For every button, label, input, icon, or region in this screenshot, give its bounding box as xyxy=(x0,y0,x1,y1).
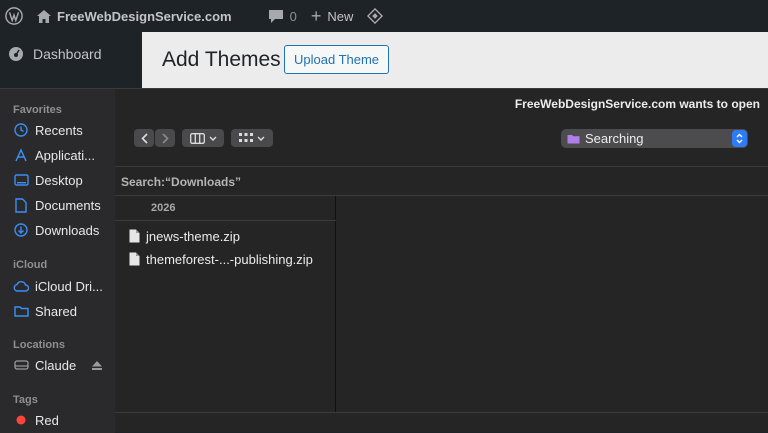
location-popup-label: Searching xyxy=(585,131,644,146)
chevron-left-icon xyxy=(140,132,148,144)
sidebar-item-desktop[interactable]: Desktop xyxy=(13,169,113,191)
site-name: FreeWebDesignService.com xyxy=(57,8,232,24)
dialog-main: FreeWebDesignService.com wants to open S… xyxy=(115,89,768,433)
favorites-heading: Favorites xyxy=(13,104,62,116)
file-name: themeforest-...-publishing.zip xyxy=(146,251,313,267)
search-folder-icon xyxy=(567,134,580,144)
sidebar-item-documents[interactable]: Documents xyxy=(13,194,113,216)
cloud-icon xyxy=(13,278,29,294)
dialog-title: FreeWebDesignService.com wants to open xyxy=(514,97,760,111)
icloud-heading: iCloud xyxy=(13,259,48,271)
search-scope-label: Search:“Downloads” xyxy=(121,175,242,189)
sidebar-item-label: Documents xyxy=(35,197,101,213)
sidebar-item-label: Dashboard xyxy=(33,46,102,62)
column-group-header: 2026 xyxy=(115,196,336,221)
file-name: jnews-theme.zip xyxy=(146,228,240,244)
dashboard-gauge-icon xyxy=(8,46,24,62)
file-row[interactable]: themeforest-...-publishing.zip xyxy=(129,249,313,269)
desktop-icon xyxy=(13,172,29,188)
comments-count: 0 xyxy=(289,8,297,24)
chevron-down-icon xyxy=(257,136,265,141)
chevron-right-icon xyxy=(161,132,169,144)
file-row[interactable]: jnews-theme.zip xyxy=(129,226,240,246)
location-popup[interactable]: Searching xyxy=(561,129,748,148)
sidebar-item-label: Recents xyxy=(35,122,83,138)
sidebar-item-icloud-drive[interactable]: iCloud Dri... xyxy=(13,275,113,297)
sidebar-item-label: Shared xyxy=(35,303,77,319)
forward-button[interactable] xyxy=(155,129,175,147)
back-button[interactable] xyxy=(134,129,154,147)
admin-bar: FreeWebDesignService.com 0 + New xyxy=(0,0,768,32)
grid-icon xyxy=(239,133,253,143)
download-icon xyxy=(13,222,29,238)
document-icon xyxy=(129,229,140,243)
shared-folder-icon xyxy=(13,303,29,319)
eject-icon[interactable] xyxy=(89,357,105,373)
wp-content-area: Add Themes Upload Theme xyxy=(142,32,768,88)
view-mode-button[interactable] xyxy=(182,129,224,147)
applications-icon xyxy=(13,147,29,163)
sidebar-item-label: Downloads xyxy=(35,222,100,238)
red-tag-dot-icon xyxy=(13,412,29,428)
upload-theme-button[interactable]: Upload Theme xyxy=(284,45,390,74)
sidebar-item-label: iCloud Dri... xyxy=(35,278,103,294)
wordpress-logo-button[interactable] xyxy=(0,0,30,32)
sidebar-item-label: Red xyxy=(35,412,59,428)
file-open-dialog: Favorites Recents Applicati... Desktop D… xyxy=(0,88,768,433)
page-title: Add Themes xyxy=(162,48,281,71)
site-name-link[interactable]: FreeWebDesignService.com xyxy=(30,0,239,32)
disk-icon xyxy=(13,357,29,373)
dialog-sidebar: Favorites Recents Applicati... Desktop D… xyxy=(0,89,115,433)
locations-heading: Locations xyxy=(13,339,65,351)
sidebar-item-recents[interactable]: Recents xyxy=(13,119,113,141)
sidebar-item-label: Claude xyxy=(35,357,77,373)
home-icon xyxy=(37,9,51,23)
clock-icon xyxy=(13,122,29,138)
sidebar-item-applications[interactable]: Applicati... xyxy=(13,144,113,166)
wp-admin-sidebar: Dashboard xyxy=(0,32,142,88)
document-icon xyxy=(13,197,29,213)
file-column: 2026 jnews-theme.zip themeforest-...-pub… xyxy=(115,196,336,413)
toolbar-divider xyxy=(115,166,768,167)
diamond-icon xyxy=(367,8,384,24)
new-label: New xyxy=(327,8,354,24)
sidebar-item-claude[interactable]: Claude xyxy=(13,354,113,376)
chevron-down-icon xyxy=(209,136,217,141)
sidebar-item-dashboard[interactable]: Dashboard xyxy=(0,32,142,62)
columns-view-icon xyxy=(189,132,205,144)
browser-bottom-divider xyxy=(115,412,768,413)
new-content-link[interactable]: + New xyxy=(304,0,361,32)
wordpress-logo-icon xyxy=(5,7,23,25)
sidebar-item-label: Applicati... xyxy=(35,147,95,163)
sidebar-item-tag-red[interactable]: Red xyxy=(13,409,113,431)
sidebar-item-label: Desktop xyxy=(35,172,83,188)
group-by-button[interactable] xyxy=(231,129,273,147)
updown-chevrons-icon xyxy=(732,130,747,147)
plugin-diamond-button[interactable] xyxy=(360,0,390,32)
tags-heading: Tags xyxy=(13,394,38,406)
comment-bubble-icon xyxy=(268,9,284,24)
sidebar-item-downloads[interactable]: Downloads xyxy=(13,219,113,241)
document-icon xyxy=(129,252,140,266)
sidebar-item-shared[interactable]: Shared xyxy=(13,300,113,322)
plus-icon: + xyxy=(310,5,322,26)
comments-link[interactable]: 0 xyxy=(261,0,304,32)
